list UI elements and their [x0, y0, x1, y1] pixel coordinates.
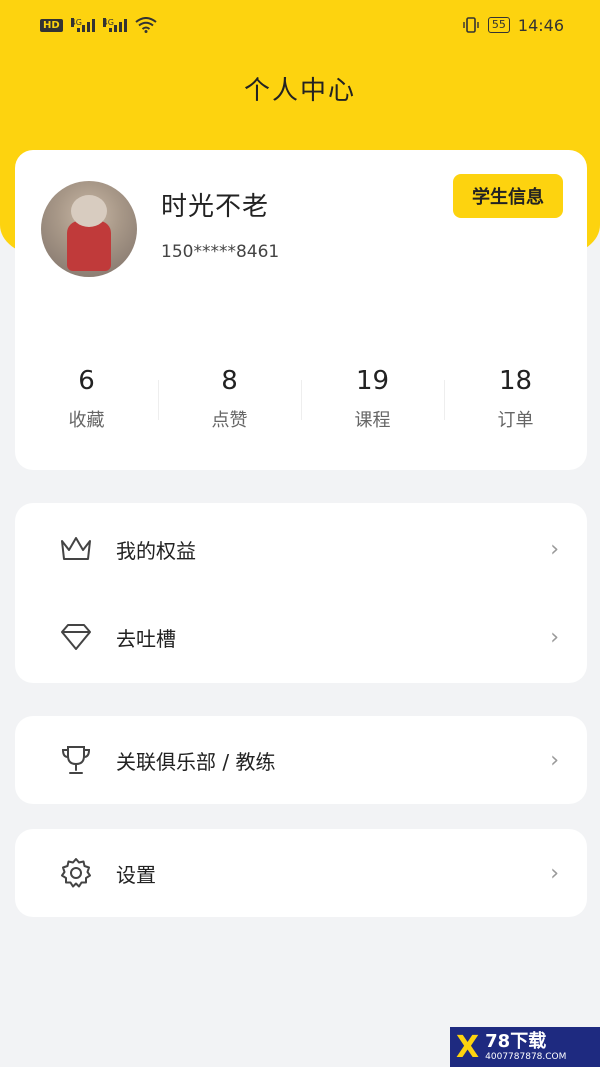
- menu-item-settings[interactable]: 设置 ›: [15, 829, 587, 917]
- status-right: 55 14:46: [462, 16, 564, 35]
- gear-icon: [61, 858, 91, 888]
- watermark-mark: X: [456, 1029, 480, 1065]
- hd-icon: HD: [40, 18, 63, 32]
- cellular-signal-icon-2: 4G: [102, 18, 127, 32]
- stat-label: 订单: [497, 410, 534, 431]
- stat-label: 点赞: [211, 410, 248, 431]
- user-name: 时光不老: [161, 192, 270, 222]
- battery-icon: 55: [487, 17, 510, 33]
- stat-value: 19: [355, 366, 390, 396]
- status-bar: HD 4G 4G 55 14:46: [0, 0, 600, 50]
- stat-favorites[interactable]: 6 收藏: [15, 360, 158, 450]
- stat-value: 6: [78, 366, 95, 396]
- profile-card: 时光不老 150*****8461 学生信息 6 收藏 8 点赞 19 课程 1…: [15, 150, 587, 470]
- menu-item-club[interactable]: 关联俱乐部 / 教练 ›: [15, 716, 587, 804]
- stat-label: 收藏: [68, 410, 105, 431]
- chevron-right-icon: ›: [550, 624, 559, 650]
- watermark-url: 4007787878.COM: [485, 1051, 567, 1062]
- avatar[interactable]: [41, 181, 137, 277]
- menu-card-settings: 设置 ›: [15, 829, 587, 917]
- menu-label: 设置: [116, 862, 156, 887]
- cellular-signal-icon: 4G: [70, 18, 95, 32]
- stats-row: 6 收藏 8 点赞 19 课程 18 订单: [15, 360, 587, 450]
- status-left: HD 4G 4G: [40, 17, 157, 33]
- stat-label: 课程: [354, 410, 391, 431]
- student-info-button[interactable]: 学生信息: [453, 174, 563, 218]
- menu-label: 去吐槽: [116, 626, 176, 651]
- menu-item-rights[interactable]: 我的权益 ›: [15, 505, 587, 593]
- page-title: 个人中心: [243, 76, 356, 106]
- diamond-icon: [61, 624, 91, 650]
- wifi-icon: [135, 17, 157, 33]
- stat-likes[interactable]: 8 点赞: [158, 360, 301, 450]
- stat-value: 8: [221, 366, 238, 396]
- chevron-right-icon: ›: [550, 747, 559, 773]
- chevron-right-icon: ›: [550, 860, 559, 886]
- crown-icon: [61, 537, 91, 560]
- menu-item-feedback[interactable]: 去吐槽 ›: [15, 593, 587, 681]
- chevron-right-icon: ›: [550, 536, 559, 562]
- stat-value: 18: [498, 366, 533, 396]
- menu-card-rights: 我的权益 › 去吐槽 ›: [15, 503, 587, 683]
- menu-card-club: 关联俱乐部 / 教练 ›: [15, 716, 587, 804]
- watermark-logo: X 78下载 4007787878.COM: [450, 1027, 600, 1067]
- menu-label: 关联俱乐部 / 教练: [116, 749, 276, 774]
- user-phone: 150*****8461: [161, 242, 280, 262]
- watermark-title: 78下载: [485, 1030, 547, 1052]
- status-time: 14:46: [517, 15, 564, 35]
- menu-label: 我的权益: [116, 538, 196, 563]
- vibrate-icon: [463, 17, 479, 33]
- stat-orders[interactable]: 18 订单: [444, 360, 587, 450]
- stat-courses[interactable]: 19 课程: [301, 360, 444, 450]
- trophy-icon: [61, 746, 91, 774]
